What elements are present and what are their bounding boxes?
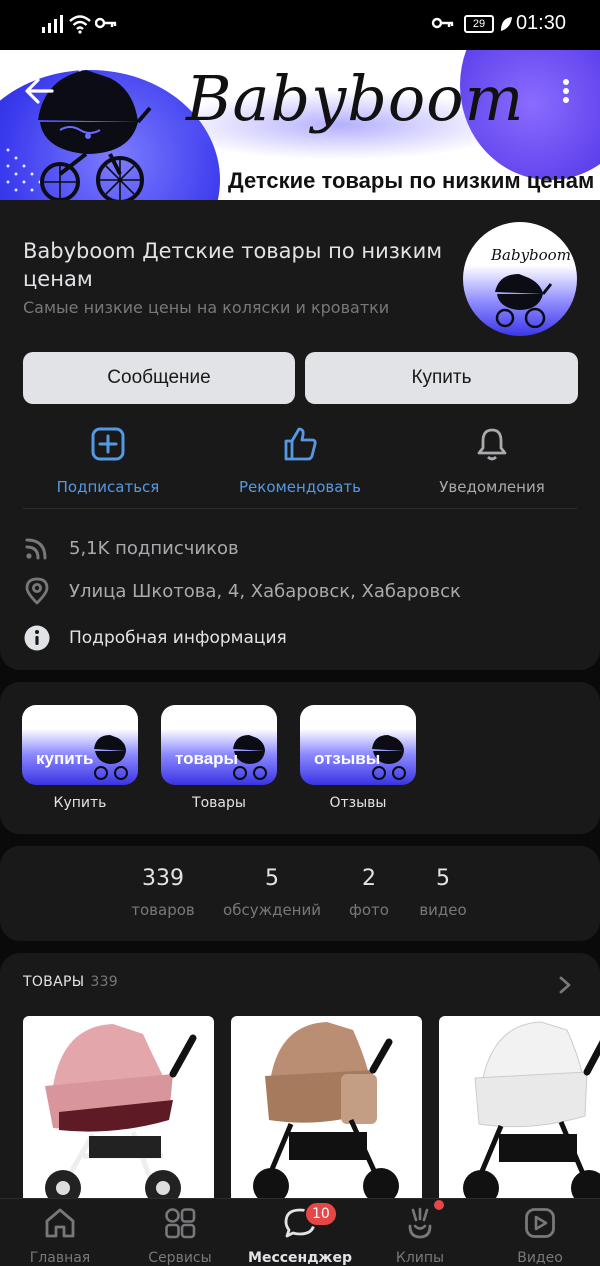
tab-label: Сервисы bbox=[148, 1250, 212, 1266]
link-tile-text: отзывы bbox=[314, 749, 381, 768]
subscribers-count: 5,1K подписчиков bbox=[69, 537, 239, 559]
back-arrow-icon[interactable] bbox=[22, 74, 56, 108]
details-row[interactable]: Подробная информация bbox=[23, 623, 583, 653]
counter-caption: товаров bbox=[131, 901, 195, 919]
tab-label: Мессенджер bbox=[248, 1250, 352, 1266]
group-status: Самые низкие цены на коляски и кроватки bbox=[23, 298, 390, 317]
recommend-action[interactable]: Рекомендовать bbox=[225, 426, 375, 496]
tab-video[interactable]: Видео bbox=[480, 1206, 600, 1266]
tab-label: Видео bbox=[517, 1250, 563, 1266]
notifications-action[interactable]: Уведомления bbox=[417, 426, 567, 496]
counter-value: 2 bbox=[362, 866, 376, 891]
battery-level: 29 bbox=[472, 18, 486, 30]
vpn-key-icon bbox=[431, 17, 454, 29]
notifications-label: Уведомления bbox=[439, 478, 545, 496]
thumbs-up-icon bbox=[284, 427, 317, 461]
tab-home[interactable]: Главная bbox=[0, 1206, 120, 1266]
avatar-brand-text: Babyboom bbox=[491, 246, 571, 264]
plus-square-icon bbox=[91, 427, 125, 461]
tab-label: Главная bbox=[29, 1250, 91, 1266]
bell-icon bbox=[477, 428, 507, 461]
clips-icon bbox=[408, 1207, 432, 1239]
address-row[interactable]: Улица Шкотова, 4, Хабаровск, Хабаровск bbox=[23, 576, 583, 606]
link-tile-reviews[interactable]: отзывы bbox=[300, 705, 416, 785]
clips-notification-dot bbox=[434, 1200, 444, 1210]
recommend-label: Рекомендовать bbox=[238, 478, 362, 496]
wifi-icon bbox=[69, 15, 91, 34]
counter-value: 339 bbox=[142, 866, 184, 891]
group-name: Babyboom Детские товары по низким ценам bbox=[23, 239, 443, 291]
link-label-reviews: Отзывы bbox=[329, 795, 387, 811]
product-card[interactable] bbox=[23, 1016, 214, 1206]
tile-stroller-icon bbox=[94, 735, 128, 780]
tab-messenger[interactable]: Мессенджер bbox=[240, 1206, 360, 1266]
subscribers-row[interactable]: 5,1K подписчиков bbox=[23, 533, 583, 563]
cover-subtitle: Детские товары по низким ценам bbox=[228, 168, 595, 193]
buy-button[interactable]: Купить bbox=[305, 352, 578, 404]
link-tile-goods[interactable]: товары bbox=[161, 705, 277, 785]
link-label-goods: Товары bbox=[192, 795, 246, 811]
counter-videos[interactable]: 5 видео bbox=[413, 866, 473, 919]
products-count: 339 bbox=[90, 974, 118, 990]
counter-caption: видео bbox=[419, 901, 467, 919]
info-icon bbox=[24, 625, 50, 651]
avatar-stroller-icon bbox=[495, 274, 553, 328]
subscribe-action[interactable]: Подписаться bbox=[33, 426, 183, 496]
more-vertical-icon[interactable] bbox=[556, 74, 576, 108]
leaf-icon bbox=[501, 17, 512, 31]
app-screen: 29 01:30 Babyboom Детские товары по низк… bbox=[0, 0, 600, 1266]
product-stroller-beige-image bbox=[253, 1022, 399, 1204]
chevron-right-icon[interactable] bbox=[556, 974, 574, 996]
counter-photos[interactable]: 2 фото bbox=[339, 866, 399, 919]
signal-icon bbox=[42, 15, 63, 33]
group-avatar[interactable]: Babyboom bbox=[463, 222, 577, 336]
product-card[interactable] bbox=[439, 1016, 600, 1206]
clock: 01:30 bbox=[515, 12, 566, 34]
product-stroller-pink-image bbox=[45, 1024, 197, 1206]
counter-caption: фото bbox=[349, 901, 389, 919]
tab-clips[interactable]: Клипы bbox=[360, 1206, 480, 1266]
home-icon bbox=[45, 1208, 75, 1238]
subscribe-label: Подписаться bbox=[56, 478, 160, 496]
link-tile-text: купить bbox=[36, 749, 94, 768]
product-card[interactable] bbox=[231, 1016, 422, 1206]
link-label-buy: Купить bbox=[53, 795, 107, 811]
counter-value: 5 bbox=[436, 866, 450, 891]
product-stroller-white-image bbox=[463, 1021, 600, 1206]
tab-services[interactable]: Сервисы bbox=[120, 1206, 240, 1266]
video-icon bbox=[525, 1208, 555, 1238]
counter-discussions[interactable]: 5 обсуждений bbox=[222, 866, 322, 919]
tab-label: Клипы bbox=[395, 1250, 445, 1266]
cover-dots bbox=[6, 68, 152, 200]
counter-caption: обсуждений bbox=[223, 901, 321, 919]
link-tile-buy[interactable]: купить bbox=[22, 705, 138, 785]
address-text: Улица Шкотова, 4, Хабаровск, Хабаровск bbox=[69, 580, 461, 602]
services-icon bbox=[165, 1208, 196, 1239]
counter-value: 5 bbox=[265, 866, 279, 891]
key-icon bbox=[95, 17, 117, 29]
details-text: Подробная информация bbox=[69, 628, 287, 648]
location-pin-icon bbox=[25, 577, 49, 605]
rss-icon bbox=[25, 538, 47, 560]
link-tile-text: товары bbox=[175, 749, 239, 768]
messenger-badge: 10 bbox=[304, 1201, 338, 1227]
message-button[interactable]: Сообщение bbox=[23, 352, 295, 404]
cover-brand-title: Babyboom bbox=[186, 62, 525, 135]
products-header[interactable]: ТОВАРЫ 339 bbox=[23, 974, 118, 990]
counter-goods[interactable]: 339 товаров bbox=[123, 866, 203, 919]
status-bar: 29 01:30 bbox=[0, 0, 600, 50]
products-title: ТОВАРЫ bbox=[23, 974, 85, 990]
header-divider bbox=[23, 508, 577, 509]
battery-icon: 29 bbox=[464, 15, 494, 33]
